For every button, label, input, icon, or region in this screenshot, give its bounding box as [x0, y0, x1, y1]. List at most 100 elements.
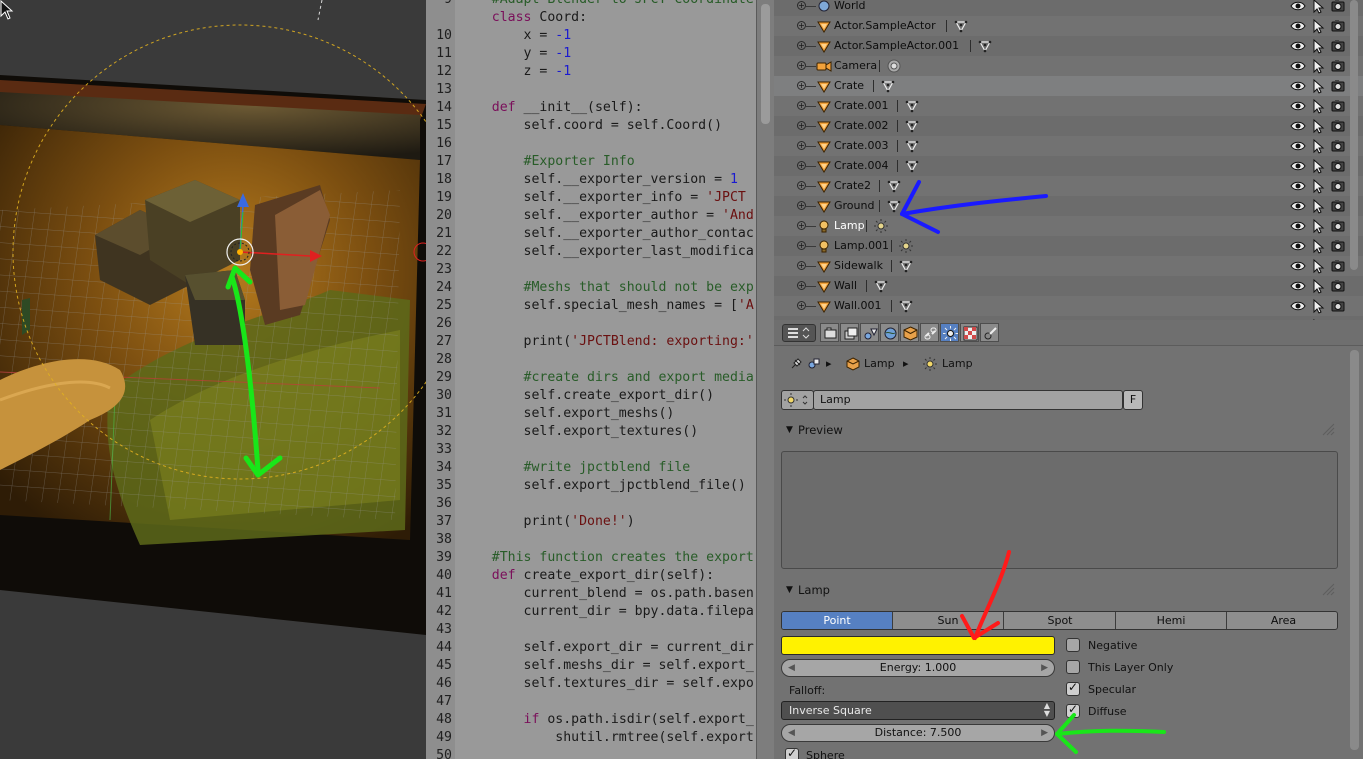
code-line[interactable]: 10 x = -1 [426, 27, 756, 45]
code-line[interactable]: 17 #Exporter Info [426, 153, 756, 171]
code-line[interactable]: 25 self.special_mesh_names = ['A [426, 297, 756, 315]
expand-icon[interactable]: + [797, 261, 806, 270]
eye-icon[interactable] [1290, 258, 1306, 274]
eye-icon[interactable] [1290, 158, 1306, 174]
camera-render-icon[interactable] [1330, 218, 1346, 234]
lamp-color-swatch[interactable] [781, 636, 1055, 655]
outliner-item-name[interactable]: Ground [834, 196, 874, 216]
camera-data-icon[interactable] [887, 59, 901, 73]
eye-icon[interactable] [1290, 18, 1306, 34]
increment-arrow-icon[interactable]: ▶ [1041, 660, 1048, 676]
mesh-data-icon[interactable] [887, 199, 901, 213]
expand-icon[interactable]: + [797, 21, 806, 30]
outliner-item[interactable]: + Crate [774, 76, 1363, 96]
energy-field[interactable]: ◀ Energy: 1.000 ▶ [781, 659, 1055, 677]
code-line[interactable]: 43 [426, 621, 756, 639]
expand-icon[interactable]: + [797, 201, 806, 210]
code-line[interactable]: 42 current_dir = bpy.data.filepa [426, 603, 756, 621]
outliner-item[interactable]: + Actor.SampleActor.001 [774, 36, 1363, 56]
code-line[interactable]: 33 [426, 441, 756, 459]
cursor-icon[interactable] [1310, 38, 1326, 54]
eye-icon[interactable] [1290, 78, 1306, 94]
outliner-scrollbar[interactable] [1348, 0, 1360, 270]
code-line[interactable]: 14 def __init__(self): [426, 99, 756, 117]
code-line[interactable]: 44 self.export_dir = current_dir [426, 639, 756, 657]
context-tab-render-layers[interactable] [840, 323, 859, 342]
scrollbar-thumb[interactable] [761, 4, 770, 124]
code-line[interactable]: 23 [426, 261, 756, 279]
code-line[interactable]: 21 self.__exporter_author_contac [426, 225, 756, 243]
mesh-data-icon[interactable] [887, 179, 901, 193]
mesh-data-icon[interactable] [905, 119, 919, 133]
code-line[interactable]: 27 print('JPCTBlend: exporting:' [426, 333, 756, 351]
camera-render-icon[interactable] [1330, 38, 1346, 54]
mesh-data-icon[interactable] [874, 279, 888, 293]
eye-icon[interactable] [1290, 138, 1306, 154]
camera-render-icon[interactable] [1330, 78, 1346, 94]
expand-icon[interactable]: + [797, 281, 806, 290]
code-line[interactable]: 34 #write jpctblend file [426, 459, 756, 477]
cursor-icon[interactable] [1310, 0, 1326, 14]
code-line[interactable]: 11 y = -1 [426, 45, 756, 63]
cursor-icon[interactable] [1310, 298, 1326, 314]
decrement-arrow-icon[interactable]: ◀ [788, 660, 795, 676]
diffuse-checkbox[interactable] [1066, 702, 1080, 718]
code-line[interactable]: 32 self.export_textures() [426, 423, 756, 441]
lamp-type-hemi[interactable]: Hemi [1116, 612, 1227, 629]
code-line[interactable]: 20 self.__exporter_author = 'And [426, 207, 756, 225]
expand-icon[interactable]: + [797, 61, 806, 70]
camera-render-icon[interactable] [1330, 138, 1346, 154]
scrollbar-thumb[interactable] [1350, 0, 1358, 270]
outliner-item-name[interactable]: Camera [834, 56, 877, 76]
lamp-panel-header[interactable]: ▼ Lamp [779, 579, 1337, 601]
expand-icon[interactable]: + [797, 81, 806, 90]
this-layer-only-checkbox[interactable] [1066, 660, 1080, 674]
cursor-icon[interactable] [1310, 78, 1326, 94]
outliner-item[interactable]: + Crate.002 [774, 116, 1363, 136]
outliner-item-name[interactable]: World [834, 0, 866, 16]
code-line[interactable]: class Coord: [426, 9, 756, 27]
cursor-icon[interactable] [1310, 118, 1326, 134]
cursor-icon[interactable] [1310, 218, 1326, 234]
outliner-item[interactable]: + Wall [774, 276, 1363, 296]
expand-icon[interactable]: + [797, 1, 806, 10]
properties-scrollbar[interactable] [1350, 350, 1359, 750]
outliner-item[interactable]: + Lamp [774, 216, 1363, 236]
eye-icon[interactable] [1290, 198, 1306, 214]
outliner-item-name[interactable]: Crate.002 [834, 116, 889, 136]
eye-icon[interactable] [1290, 178, 1306, 194]
outliner[interactable]: + World + Actor.SampleActor + Actor.SampleAct… [774, 0, 1363, 320]
cursor-icon[interactable] [1310, 258, 1326, 274]
code-line[interactable]: 38 [426, 531, 756, 549]
lamp-data-icon[interactable] [874, 219, 888, 233]
context-tab-physics[interactable] [980, 323, 999, 342]
mesh-data-icon[interactable] [899, 299, 913, 313]
outliner-item[interactable]: + Ground [774, 196, 1363, 216]
outliner-item-name[interactable]: Actor.SampleActor.001 [834, 36, 959, 56]
outliner-item-name[interactable]: Wall [834, 276, 857, 296]
cursor-icon[interactable] [1310, 238, 1326, 254]
camera-render-icon[interactable] [1330, 18, 1346, 34]
text-editor[interactable]: 9 #Adapt Blender to JPCT Coordinate clas… [426, 0, 756, 759]
code-line[interactable]: 37 print('Done!') [426, 513, 756, 531]
camera-render-icon[interactable] [1330, 258, 1346, 274]
cursor-icon[interactable] [1310, 198, 1326, 214]
expand-icon[interactable]: + [797, 141, 806, 150]
datablock-name-field[interactable]: Lamp [813, 390, 1123, 410]
cursor-icon[interactable] [1310, 58, 1326, 74]
outliner-item-name[interactable]: Actor.SampleActor [834, 16, 936, 36]
cursor-icon[interactable] [1310, 138, 1326, 154]
code-line[interactable]: 45 self.meshs_dir = self.export_ [426, 657, 756, 675]
preview-panel-header[interactable]: ▼ Preview [779, 419, 1337, 441]
code-line[interactable]: 48 if os.path.isdir(self.export_ [426, 711, 756, 729]
cursor-icon[interactable] [1310, 158, 1326, 174]
expand-icon[interactable]: + [797, 41, 806, 50]
eye-icon[interactable] [1290, 58, 1306, 74]
code-line[interactable]: 13 [426, 81, 756, 99]
editor-type-button[interactable] [782, 324, 816, 342]
eye-icon[interactable] [1290, 298, 1306, 314]
outliner-item-name[interactable]: Lamp.001 [834, 236, 889, 256]
properties-editor[interactable]: ▸ Lamp ▸ Lamp Lamp F ▼ Preview ▼ Lamp Po… [774, 320, 1363, 759]
expand-icon[interactable]: + [797, 161, 806, 170]
context-tab-world[interactable] [880, 323, 899, 342]
